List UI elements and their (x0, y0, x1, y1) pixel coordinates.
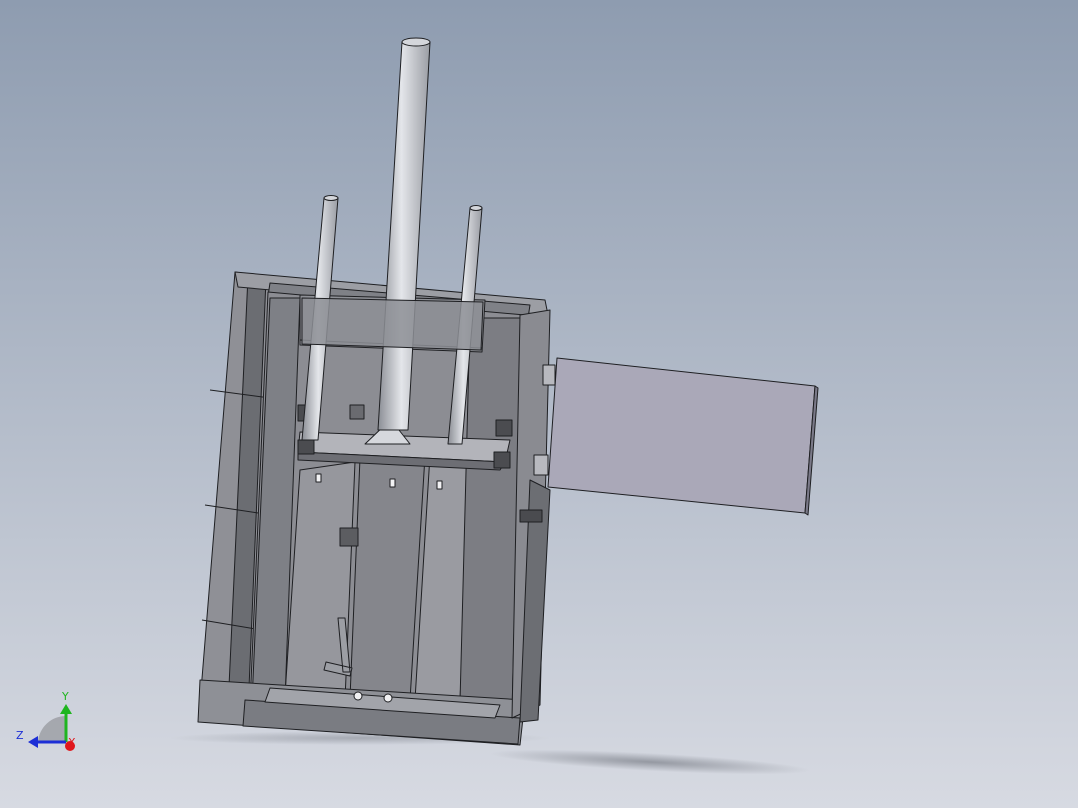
bracket-left-bottom (297, 439, 315, 455)
right-latch-3 (533, 454, 549, 476)
right-latch-1 (519, 509, 543, 523)
cad-viewport[interactable]: Y Z X (0, 0, 1078, 808)
y-axis-label: Y (61, 690, 69, 703)
right-latch-2 (542, 364, 556, 386)
base-hole-2 (383, 693, 393, 703)
slot-1 (315, 473, 322, 483)
guide-rod-right-top (469, 205, 483, 211)
slot-2 (389, 478, 396, 488)
z-axis-label: Z (16, 729, 24, 742)
main-cylinder-rod-top (401, 37, 431, 47)
slot-4 (339, 527, 359, 547)
guide-rod-left-top (323, 195, 339, 201)
press-platen-front (301, 297, 484, 351)
baler-model-view[interactable]: Y Z X (0, 0, 1078, 808)
bracket-right-top (495, 419, 513, 437)
x-axis-label: X (68, 736, 76, 749)
control-panel[interactable] (547, 357, 816, 514)
chamber-right-wall (459, 317, 523, 713)
slot-3 (436, 480, 443, 490)
slot-5 (349, 404, 365, 420)
base-hole-1 (353, 691, 363, 701)
bracket-right-bottom (493, 451, 511, 469)
